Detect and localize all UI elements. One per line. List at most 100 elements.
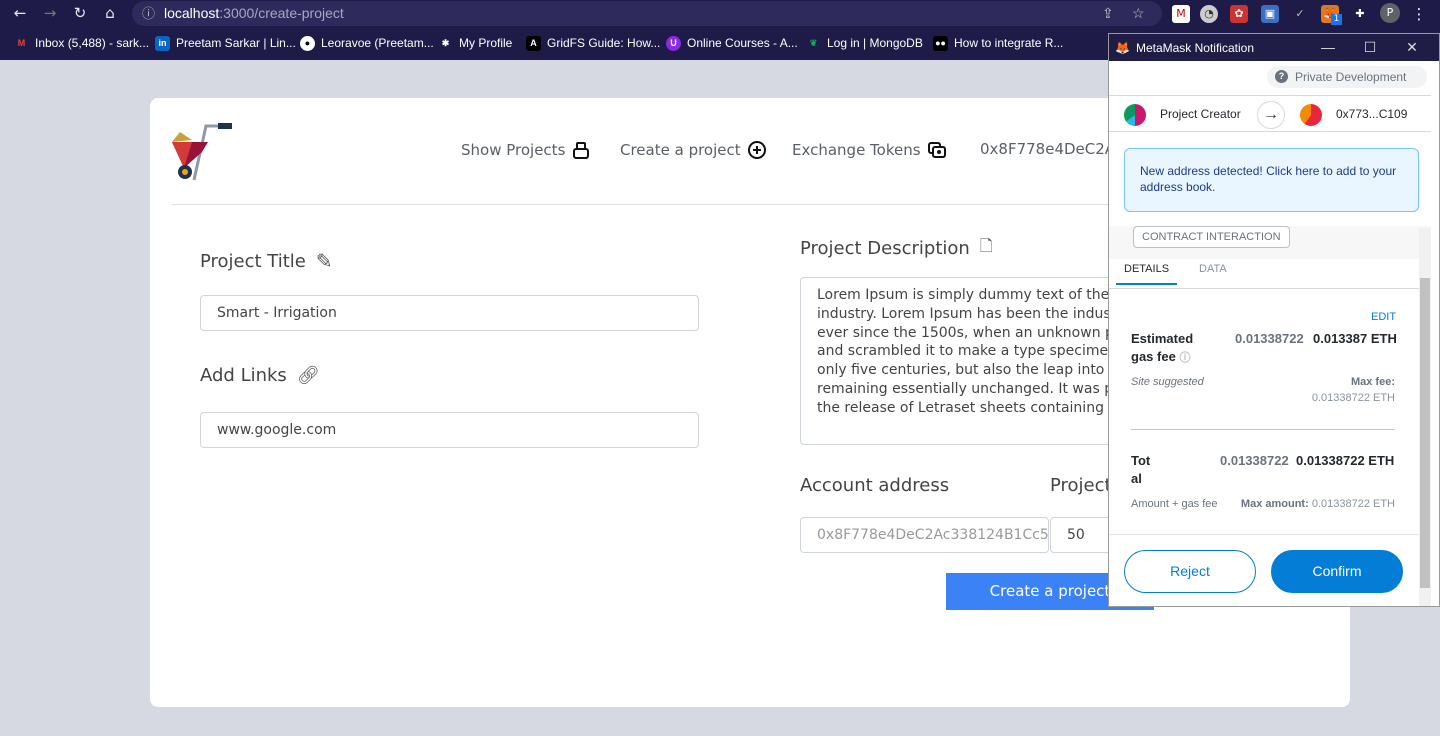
footer-divider [1109,534,1431,535]
bookmark-label: How to integrate R... [954,36,1064,50]
mcafee-extension-icon[interactable]: M [1172,5,1190,23]
extension-gauge-icon[interactable]: ◔ [1200,5,1218,23]
gas-fee-secondary: 0.01338722 [1235,331,1304,346]
gas-fee-label: Estimated [1131,331,1194,346]
divider [1131,429,1395,430]
bookmark-label: Preetam Sarkar | Lin... [176,36,296,50]
home-icon[interactable]: ⌂ [100,3,120,23]
bookmark-label: Leoravoe (Preetam... [321,36,434,50]
bookmark-gridfs[interactable]: A GridFS Guide: How... [526,34,660,52]
account-address-input[interactable]: 0x8F778e4DeC2Ac338124B1Cc5E [800,517,1049,553]
bookmark-github[interactable]: ● Leoravoe (Preetam... [300,34,434,52]
mongodb-icon: ❦ [809,37,818,48]
extension-check-icon[interactable]: ✓ [1291,5,1309,23]
metamask-notification-window: 🦊 MetaMask Notification — ☐ ✕ ? Private D… [1108,33,1440,607]
contract-interaction-tag: CONTRACT INTERACTION [1133,226,1290,248]
new-address-alert[interactable]: New address detected! Click here to add … [1124,148,1419,212]
label-text: Project Title [200,250,306,272]
gas-fee-primary: 0.013387 ETH [1313,331,1397,346]
url-path: :3000/create-project [219,5,344,21]
info-icon[interactable]: ⓘ [1179,352,1190,364]
bookmark-star-icon[interactable]: ☆ [1132,1,1145,26]
nav-label: Create a project [620,141,741,159]
project-description-label: Project Description 🗋 [800,235,993,262]
confirm-button[interactable]: Confirm [1271,550,1403,593]
maximize-icon[interactable]: ☐ [1349,34,1391,61]
back-icon[interactable]: ← [10,3,30,23]
document-icon: 🗋 [979,236,993,255]
total-label: Tot [1131,453,1151,468]
max-amount: Max amount: 0.01338722 ETH [1241,498,1395,510]
nav-label: 0x8F778e4DeC2Ac [980,140,1124,158]
plus-circle-icon [747,141,766,159]
scrollbar-thumb[interactable] [1420,278,1430,588]
links-input[interactable]: www.google.com [200,412,699,448]
more-menu-icon[interactable]: ⋮ [1410,5,1428,23]
exchange-icon [927,142,946,158]
metamask-scrollbar[interactable] [1419,228,1431,606]
bookmark-gmail[interactable]: M Inbox (5,488) - sark... [14,34,149,52]
bookmark-label: GridFS Guide: How... [547,36,661,50]
bookmark-medium[interactable]: ●● How to integrate R... [933,34,1063,52]
nav-create-project[interactable]: Create a project [620,140,767,160]
close-icon[interactable]: ✕ [1391,34,1433,61]
url-host: localhost [164,5,220,21]
network-name: Private Development [1295,70,1407,84]
edit-gas-link[interactable]: EDIT [1371,311,1396,323]
network-indicator[interactable]: ? Private Development [1267,66,1427,88]
sender-name[interactable]: Project Creator [1160,107,1241,121]
profile-icon: ✱ [441,37,450,48]
transaction-details: CONTRACT INTERACTION DETAILS DATA EDIT E… [1109,226,1431,606]
gmail-icon: M [17,37,26,48]
nav-label: Exchange Tokens [792,141,921,159]
gas-fee-label-text: gas fee [1131,349,1176,364]
tab-data[interactable]: DATA [1199,263,1227,275]
sender-recipient: Project Creator → 0x773...C109 [1109,95,1431,132]
metamask-title-bar: 🦊 MetaMask Notification — ☐ ✕ [1109,34,1439,61]
label-text: Project Description [800,238,970,259]
recipient-address[interactable]: 0x773...C109 [1336,107,1407,121]
window-title: MetaMask Notification [1135,40,1254,55]
details-tabs: DETAILS DATA [1109,259,1431,289]
extension-icon[interactable]: ✿ [1230,5,1248,23]
total-secondary: 0.01338722 [1220,453,1289,468]
udemy-icon: U [666,35,681,51]
gridfs-icon: A [526,35,541,51]
nav-show-projects[interactable]: Show Projects [461,140,591,160]
bookmark-udemy[interactable]: U Online Courses - A... [666,34,798,52]
sender-avatar [1124,104,1146,126]
bookmark-my-profile[interactable]: ✱ My Profile [438,34,513,52]
extension-badge: 1 [1331,14,1342,25]
wheelbarrow-logo-icon[interactable] [172,122,236,182]
question-icon: ? [1275,70,1288,83]
nav-account-address[interactable]: 0x8F778e4DeC2Ac [980,140,1123,158]
arrow-right-icon: → [1257,101,1285,129]
bookmark-mongodb[interactable]: ❦ Log in | MongoDB [806,34,923,52]
edit-icon: ✎ [315,249,333,273]
minimize-icon[interactable]: — [1307,34,1349,61]
max-amount-value: 0.01338722 ETH [1311,498,1395,510]
nav-label: Show Projects [461,141,566,159]
project-title-input[interactable]: Smart - Irrigation [200,295,699,331]
max-fee-value: 0.01338722 ETH [1311,392,1395,404]
add-links-label: Add Links 🔗︎ [200,365,320,386]
address-bar[interactable]: ⓘ localhost:3000/create-project ⇪ ☆ [132,1,1162,26]
share-icon[interactable]: ⇪ [1102,1,1114,26]
nav-exchange-tokens[interactable]: Exchange Tokens [792,140,947,160]
bookmark-linkedin[interactable]: in Preetam Sarkar | Lin... [155,34,296,52]
metamask-fox-icon: 🦊 [1115,40,1130,55]
site-suggested: Site suggested [1131,376,1204,388]
extensions-puzzle-icon[interactable]: ✚ [1351,5,1369,23]
site-info-icon[interactable]: ⓘ [142,1,155,26]
profile-avatar[interactable]: P [1380,3,1400,23]
account-address-label: Account address [800,475,950,496]
reload-icon[interactable]: ↻ [70,3,90,23]
link-icon: 🔗︎ [296,365,320,386]
gas-fee-label-2: gas fee ⓘ [1131,349,1190,365]
reject-button[interactable]: Reject [1124,550,1256,593]
bookmark-label: Log in | MongoDB [827,36,923,50]
forward-icon[interactable]: → [40,3,60,23]
tab-details[interactable]: DETAILS [1116,263,1178,285]
extension-windows-icon[interactable]: ▣ [1261,5,1279,23]
github-icon: ● [300,35,315,51]
